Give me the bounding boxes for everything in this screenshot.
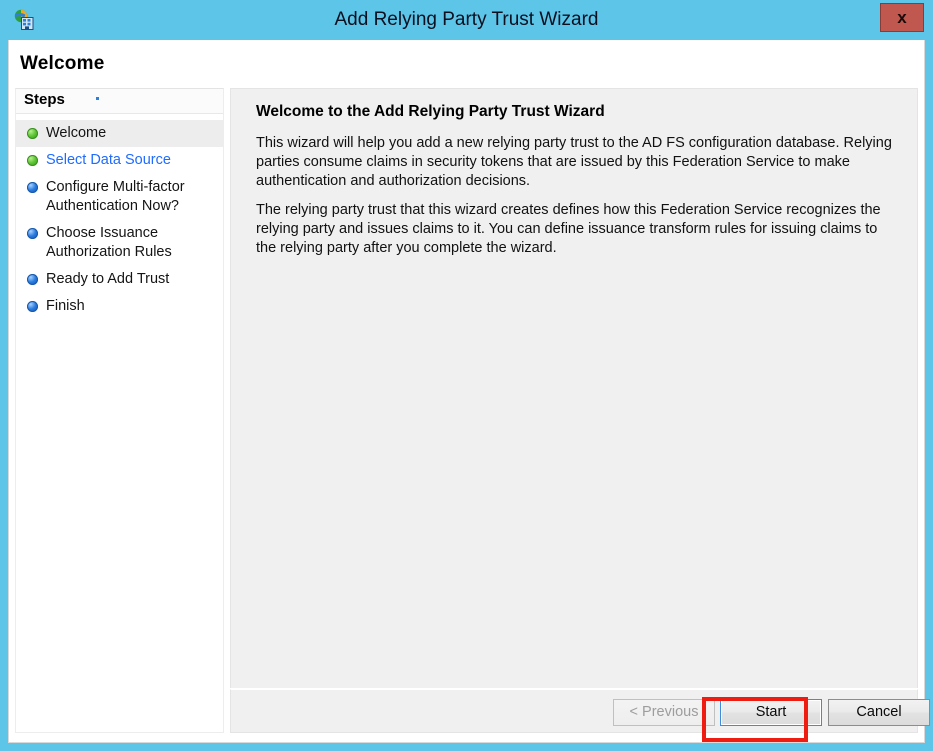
title-bar: Add Relying Party Trust Wizard x: [0, 0, 933, 40]
cancel-button[interactable]: Cancel: [828, 699, 930, 726]
step-bullet-icon: [27, 274, 38, 285]
page-header: Welcome: [9, 40, 924, 88]
sidebar-item-finish[interactable]: Finish: [16, 293, 223, 320]
content-panel: Welcome to the Add Relying Party Trust W…: [230, 88, 918, 688]
sidebar-item-configure-mfa[interactable]: Configure Multi-factor Authentication No…: [16, 174, 223, 220]
step-bullet-icon: [27, 182, 38, 193]
step-bullet-icon: [27, 228, 38, 239]
sidebar-item-ready-to-add-trust[interactable]: Ready to Add Trust: [16, 266, 223, 293]
sidebar-item-select-data-source[interactable]: Select Data Source: [16, 147, 223, 174]
start-button[interactable]: Start: [720, 699, 822, 726]
content-paragraph-1: This wizard will help you add a new rely…: [256, 134, 901, 191]
step-bullet-icon: [27, 301, 38, 312]
step-bullet-icon: [27, 128, 38, 139]
wizard-window: Add Relying Party Trust Wizard x Welcome…: [0, 0, 933, 751]
steps-list: Welcome Select Data Source Configure Mul…: [16, 114, 223, 320]
previous-button[interactable]: < Previous: [613, 699, 715, 726]
client-area: Welcome Steps Welcome Select Data Source: [8, 40, 925, 743]
steps-marker-dot: [96, 97, 99, 100]
sidebar-item-label: Select Data Source: [46, 151, 217, 170]
content-paragraph-2: The relying party trust that this wizard…: [256, 201, 901, 258]
steps-sidebar: Steps Welcome Select Data Source Configu…: [15, 88, 224, 733]
sidebar-item-label: Choose Issuance Authorization Rules: [46, 224, 217, 262]
sidebar-item-label: Welcome: [46, 124, 217, 143]
button-bar: < Previous Start Cancel: [230, 689, 918, 733]
step-bullet-icon: [27, 155, 38, 166]
sidebar-item-choose-issuance-authorization-rules[interactable]: Choose Issuance Authorization Rules: [16, 220, 223, 266]
page-title: Welcome: [20, 53, 104, 75]
sidebar-item-label: Finish: [46, 297, 217, 316]
content-heading: Welcome to the Add Relying Party Trust W…: [256, 103, 605, 121]
window-title: Add Relying Party Trust Wizard: [0, 0, 933, 40]
steps-header: Steps: [16, 89, 223, 114]
sidebar-item-label: Configure Multi-factor Authentication No…: [46, 178, 217, 216]
sidebar-item-label: Ready to Add Trust: [46, 270, 217, 289]
sidebar-item-welcome[interactable]: Welcome: [16, 120, 223, 147]
close-icon[interactable]: x: [880, 3, 924, 32]
steps-title: Steps: [24, 91, 65, 108]
